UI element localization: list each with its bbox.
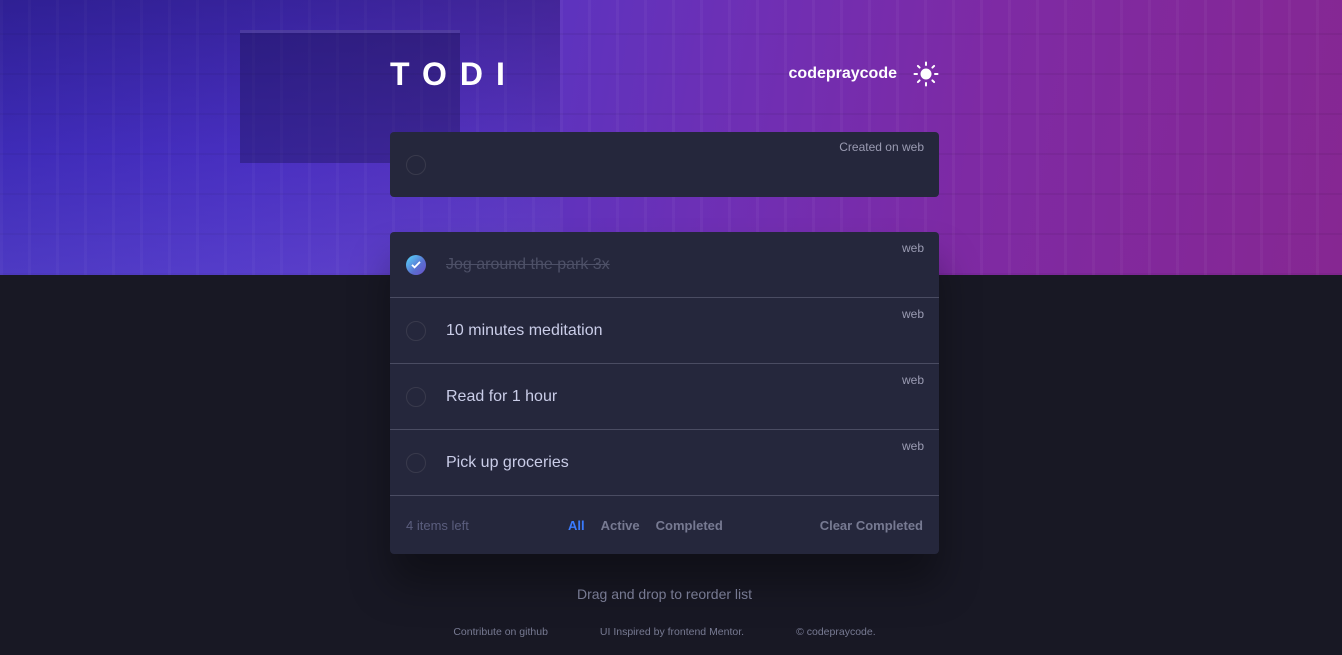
todo-checkbox[interactable] — [406, 387, 426, 407]
new-todo-checkbox[interactable] — [406, 155, 426, 175]
new-todo-card: Created on web — [390, 132, 939, 197]
todo-checkbox[interactable] — [406, 453, 426, 473]
todo-source: web — [901, 241, 924, 255]
todo-list: Jog around the park 3x web 10 minutes me… — [390, 232, 939, 554]
list-footer: 4 items left All Active Completed Clear … — [390, 496, 939, 554]
app-header: TODI codepraycode — [390, 52, 939, 96]
filter-completed[interactable]: Completed — [656, 518, 723, 533]
drag-hint: Drag and drop to reorder list — [576, 586, 753, 602]
inspired-link[interactable]: UI Inspired by frontend Mentor. — [600, 626, 744, 638]
todo-item[interactable]: Pick up groceries web — [390, 430, 939, 496]
header-right: codepraycode — [789, 61, 939, 87]
todo-text: Jog around the park 3x — [446, 256, 610, 273]
created-on-label: Created on web — [839, 140, 924, 154]
todo-text: Pick up groceries — [446, 454, 569, 471]
username: codepraycode — [788, 65, 897, 82]
new-todo-input[interactable] — [446, 152, 886, 178]
clear-completed-button[interactable]: Clear Completed — [820, 518, 923, 533]
todo-source: web — [901, 373, 924, 387]
todo-item[interactable]: 10 minutes meditation web — [390, 298, 939, 364]
todo-text: Read for 1 hour — [446, 388, 558, 405]
todo-checkbox-checked[interactable] — [406, 255, 426, 275]
filter-group: All Active Completed — [568, 518, 723, 533]
todo-text: 10 minutes meditation — [446, 322, 603, 339]
todo-source: web — [901, 439, 924, 453]
todo-item[interactable]: Jog around the park 3x web — [390, 232, 939, 298]
github-link[interactable]: Contribute on github — [453, 626, 548, 638]
todo-checkbox[interactable] — [406, 321, 426, 341]
page-credits: Contribute on github UI Inspired by fron… — [390, 626, 939, 638]
sun-icon[interactable] — [913, 61, 939, 87]
todo-source: web — [901, 307, 924, 321]
copyright-text: © codepraycode. — [796, 626, 876, 638]
filter-all[interactable]: All — [568, 518, 585, 533]
todo-item[interactable]: Read for 1 hour web — [390, 364, 939, 430]
filter-active[interactable]: Active — [601, 518, 640, 533]
items-left-count: 4 items left — [406, 518, 469, 533]
app-logo: TODI — [390, 55, 518, 92]
check-icon — [411, 261, 421, 269]
